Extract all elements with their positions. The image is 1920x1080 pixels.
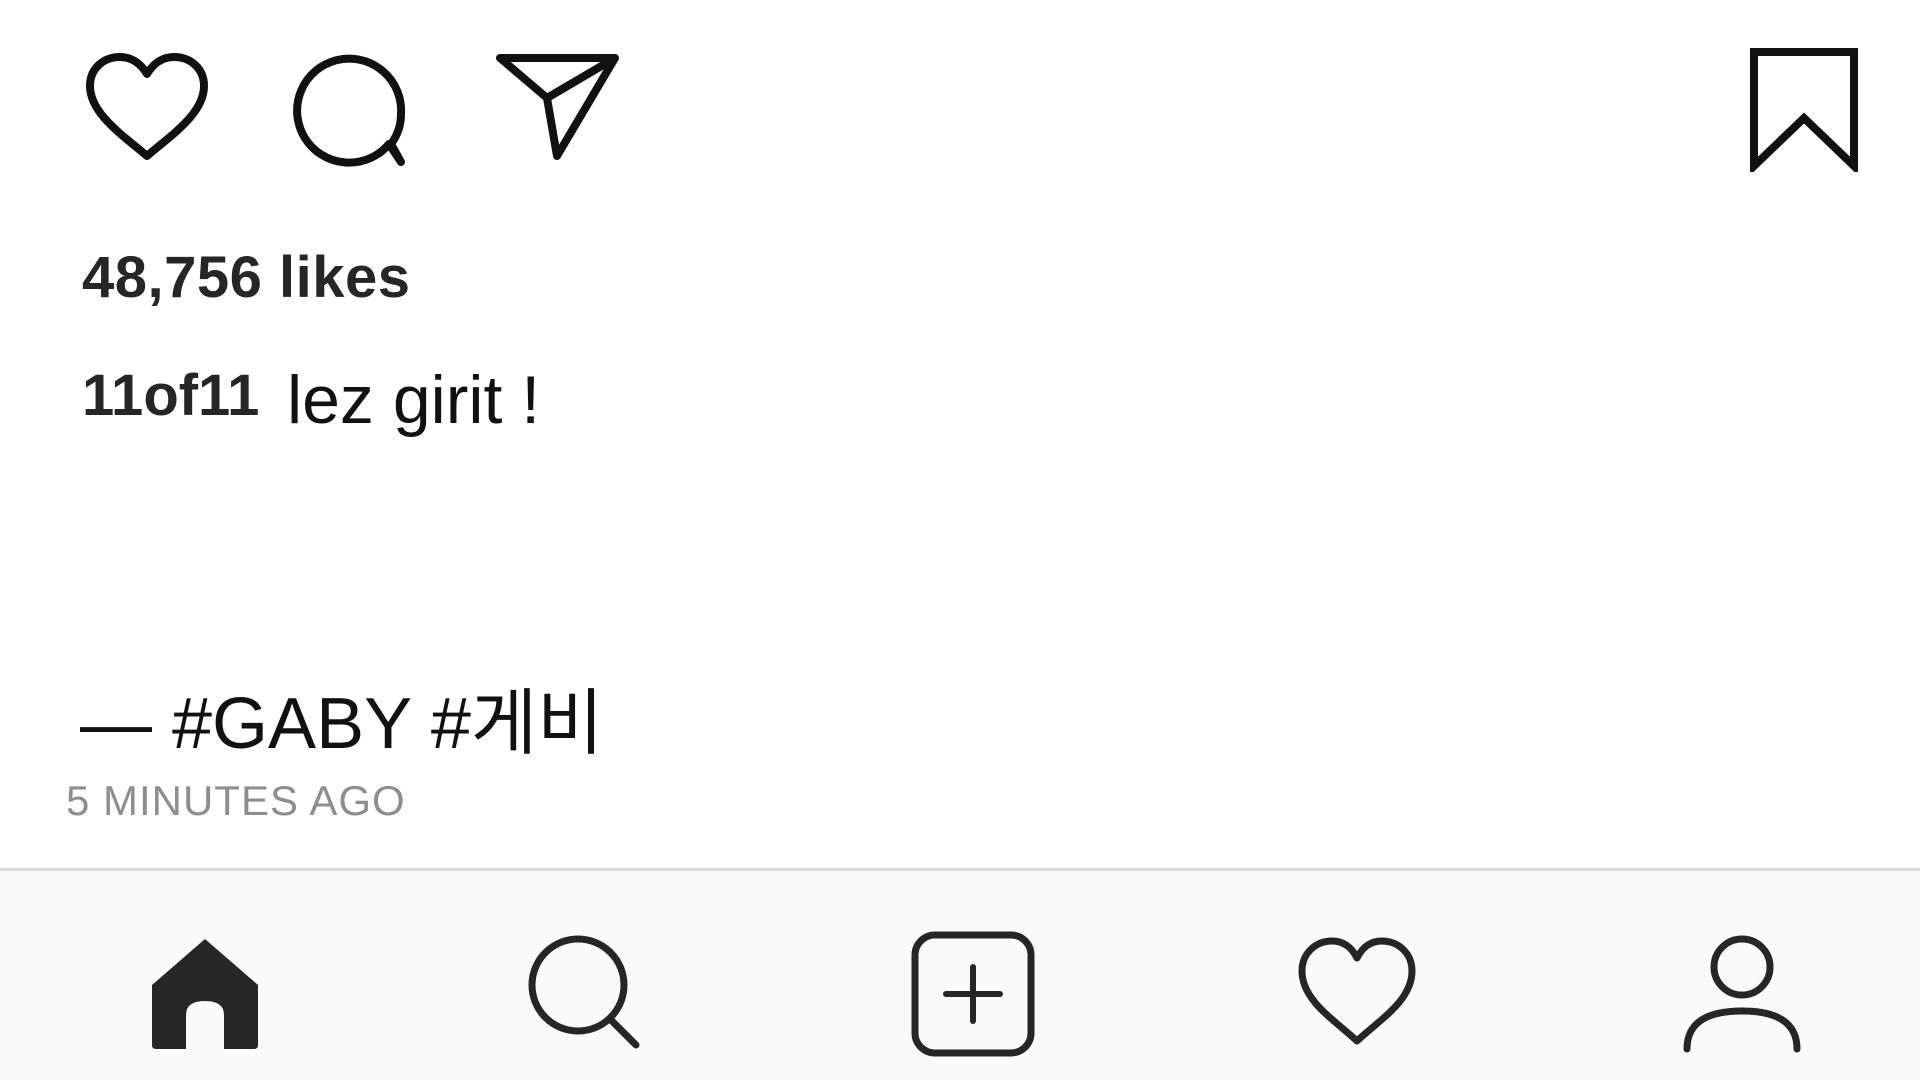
post-view: 48,756 likes 11of11 lez girit ! — #GABY … bbox=[0, 0, 1920, 1080]
tab-activity[interactable] bbox=[1292, 929, 1422, 1059]
plus-square-icon bbox=[911, 931, 1035, 1057]
heart-outline-icon bbox=[1298, 937, 1416, 1045]
home-filled-icon bbox=[152, 939, 258, 1049]
save-button[interactable] bbox=[1748, 48, 1860, 172]
tab-new-post[interactable] bbox=[907, 929, 1037, 1059]
comment-button[interactable] bbox=[293, 50, 413, 170]
tab-search[interactable] bbox=[520, 929, 650, 1059]
bookmark-outline-icon bbox=[1750, 48, 1858, 172]
paper-plane-icon bbox=[496, 54, 619, 160]
tab-home[interactable] bbox=[140, 929, 270, 1059]
bottom-tab-bar bbox=[0, 868, 1920, 1080]
caption-hashtags[interactable]: — #GABY #게비 bbox=[80, 682, 603, 766]
post-timestamp: 5 MINUTES AGO bbox=[66, 777, 406, 824]
like-button[interactable] bbox=[84, 52, 210, 166]
user-outline-icon bbox=[1683, 935, 1801, 1053]
share-button[interactable] bbox=[495, 52, 620, 162]
search-icon bbox=[528, 935, 640, 1049]
tab-profile[interactable] bbox=[1677, 929, 1807, 1059]
caption-username[interactable]: 11of11 bbox=[82, 362, 259, 430]
comment-bubble-icon bbox=[293, 54, 406, 167]
post-action-bar bbox=[0, 0, 1920, 200]
heart-outline-icon bbox=[86, 53, 208, 160]
caption-text: lez girit ! bbox=[287, 362, 541, 438]
likes-count[interactable]: 48,756 likes bbox=[82, 244, 411, 312]
